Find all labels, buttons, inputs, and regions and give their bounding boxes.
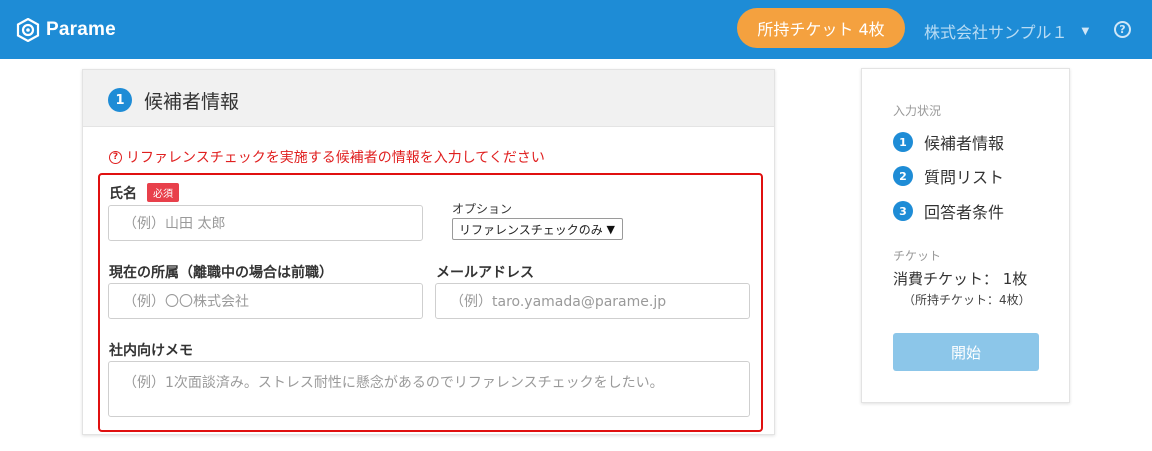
caret-down-icon: ▼ [1081, 25, 1090, 37]
progress-step-1: 1 候補者情報 [893, 130, 1004, 154]
step-number-badge: 1 [893, 132, 913, 152]
option-select[interactable]: リファレンスチェックのみ ▼ [452, 218, 623, 240]
affiliation-input[interactable]: （例）〇〇株式会社 [108, 283, 423, 319]
progress-step-label: 質問リスト [924, 168, 1005, 187]
progress-panel: 入力状況 1 候補者情報 2 質問リスト 3 回答者条件 チケット 消費チケット… [861, 68, 1070, 403]
required-badge: 必須 [147, 183, 179, 202]
progress-caption: 入力状況 [893, 104, 942, 118]
memo-textarea[interactable]: （例）1次面談済み。ストレス耐性に懸念があるのでリファレンスチェックをしたい。 [108, 361, 750, 417]
logo[interactable]: Parame [16, 15, 116, 45]
question-circle-icon: ? [109, 150, 122, 164]
progress-step-3: 3 回答者条件 [893, 199, 1004, 223]
step-number-badge: 1 [108, 88, 132, 112]
select-arrow-icon: ▼ [606, 223, 615, 236]
progress-step-2: 2 質問リスト [893, 164, 1004, 188]
notice-text: リファレンスチェックを実施する候補者の情報を入力してください [126, 150, 545, 166]
option-select-value: リファレンスチェックのみ [459, 222, 603, 237]
company-dropdown[interactable]: 株式会社サンプル１ ▼ [924, 19, 1089, 43]
top-header: Parame 所持チケット 4枚 株式会社サンプル１ ▼ ? [0, 0, 1152, 59]
email-input[interactable]: （例）taro.yamada@parame.jp [435, 283, 750, 319]
card-title: 候補者情報 [144, 91, 240, 113]
ticket-caption: チケット [893, 249, 942, 263]
memo-label: 社内向けメモ [109, 343, 193, 359]
progress-step-label: 候補者情報 [924, 134, 1005, 153]
card-header: 1 候補者情報 [83, 70, 774, 127]
email-label: メールアドレス [436, 265, 534, 281]
affiliation-label: 現在の所属（離職中の場合は前職） [109, 265, 333, 281]
progress-step-label: 回答者条件 [924, 203, 1005, 222]
start-button[interactable]: 開始 [893, 333, 1039, 371]
step-number-badge: 2 [893, 166, 913, 186]
logo-text: Parame [46, 19, 116, 40]
company-name: 株式会社サンプル１ [924, 23, 1068, 42]
consume-tickets: 消費チケット： 1枚 [893, 270, 1028, 288]
help-icon[interactable]: ? [1114, 21, 1131, 38]
instruction-notice: ? リファレンスチェックを実施する候補者の情報を入力してください [109, 147, 545, 167]
owned-tickets-button[interactable]: 所持チケット 4枚 [737, 8, 905, 48]
name-input[interactable]: （例）山田 太郎 [108, 205, 423, 241]
candidate-info-card: 1 候補者情報 ? リファレンスチェックを実施する候補者の情報を入力してください… [82, 69, 775, 435]
parame-logo-icon [16, 18, 40, 42]
name-label: 氏名 [109, 186, 137, 202]
option-label: オプション [452, 202, 513, 216]
owned-tickets-note: （所持チケット：4枚） [903, 293, 1031, 307]
step-number-badge: 3 [893, 201, 913, 221]
